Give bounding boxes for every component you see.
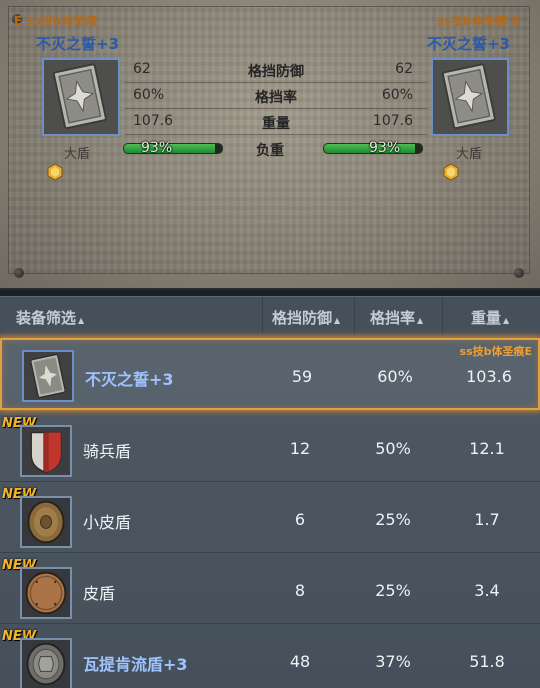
right-set-label: ss技b体圣痕 E [436,14,520,28]
gem-icon [443,163,459,181]
list-header: 装备筛选 ▲ 格挡防御 ▲ 格挡率 ▲ 重量 ▲ [0,296,540,335]
block-rate-value: 60% [377,367,413,386]
load-label: 负重 [256,143,284,159]
weight-value: 3.4 [474,581,500,600]
stat-row-block-rate: 60% 格挡率 60% [125,84,427,109]
rivet-icon [14,268,24,278]
block-rate-header[interactable]: 格挡率 ▲ [370,307,423,328]
sort-arrow-icon: ▲ [503,316,510,325]
item-icon [20,496,72,548]
block-rate-value: 50% [375,439,411,458]
item-name: 骑兵盾 [83,442,132,461]
left-load-bar [123,143,223,154]
left-item-title: 不灭之誓+3 [36,35,120,53]
block-defense-value: 6 [294,510,306,529]
set-tag: ss技b体圣痕E [459,345,532,358]
weight-value: 1.7 [474,510,500,529]
left-item-thumbnail [42,58,120,136]
left-load-percent: 93% [141,140,173,156]
item-icon [20,567,72,619]
block-rate-value: 37% [375,652,411,671]
item-name: 不灭之誓+3 [85,370,174,389]
block-defense-header[interactable]: 格挡防御 ▲ [272,307,340,328]
left-set-label: E ss技b体圣痕 [14,14,98,28]
block-defense-value: 48 [289,652,311,671]
rivet-icon [514,268,524,278]
item-name: 瓦提肯流盾+3 [83,655,188,674]
right-category: 大盾 [456,147,483,162]
item-name: 小皮盾 [83,513,132,532]
list-item[interactable]: NEW 小皮盾 6 25% 1.7 [0,483,540,553]
spiked-round-shield-icon [22,640,70,688]
weight-value: 103.6 [466,367,512,386]
weight-value: 12.1 [469,439,505,458]
right-item-title: 不灭之誓+3 [426,35,510,53]
list-item-selected[interactable]: ss技b体圣痕E 不灭之誓+3 59 60% 103.6 [0,338,540,410]
greatshield-icon [44,60,118,134]
greatshield-icon [24,352,72,400]
stat-row-weight: 107.6 重量 107.6 [125,110,427,135]
round-shield-icon [22,569,70,617]
weight-header[interactable]: 重量 ▲ [471,307,509,328]
block-rate-value: 25% [375,510,411,529]
stat-row-block-defense: 62 格挡防御 62 [125,58,427,83]
right-item-thumbnail [431,58,509,136]
list-item[interactable]: NEW 皮盾 8 25% 3.4 [0,554,540,624]
buckler-icon [22,498,70,546]
item-icon [20,425,72,477]
right-load-percent: 93% [369,140,401,156]
stat-name: 格挡防御 [248,64,304,80]
block-defense-value: 12 [289,439,311,458]
block-defense-value: 8 [294,581,306,600]
list-item[interactable]: NEW 骑兵盾 12 50% 12.1 [0,412,540,482]
item-name: 皮盾 [83,584,116,603]
right-stat-value: 107.6 [372,113,413,129]
left-category: 大盾 [64,147,91,162]
block-rate-value: 25% [375,581,411,600]
weight-value: 51.8 [469,652,505,671]
sort-arrow-icon: ▲ [334,316,341,325]
equipment-list: ss技b体圣痕E 不灭之誓+3 59 60% 103.6 NEW 骑兵盾 12 … [0,334,540,688]
compare-panel: E ss技b体圣痕 ss技b体圣痕 E 不灭之誓+3 不灭之誓+3 大盾 大盾 [0,0,540,290]
right-stat-value: 62 [395,61,413,77]
item-icon [20,638,72,688]
block-defense-value: 59 [291,367,313,386]
gem-icon [47,163,63,181]
filter-header[interactable]: 装备筛选 ▲ [16,307,84,328]
sort-arrow-icon: ▲ [78,316,85,325]
greatshield-icon [433,60,507,134]
list-item[interactable]: NEW 瓦提肯流盾+3 48 37% 51.8 [0,625,540,688]
sort-arrow-icon: ▲ [417,316,424,325]
heater-shield-icon [22,427,70,475]
item-icon [22,350,74,402]
right-stat-value: 60% [381,87,413,103]
